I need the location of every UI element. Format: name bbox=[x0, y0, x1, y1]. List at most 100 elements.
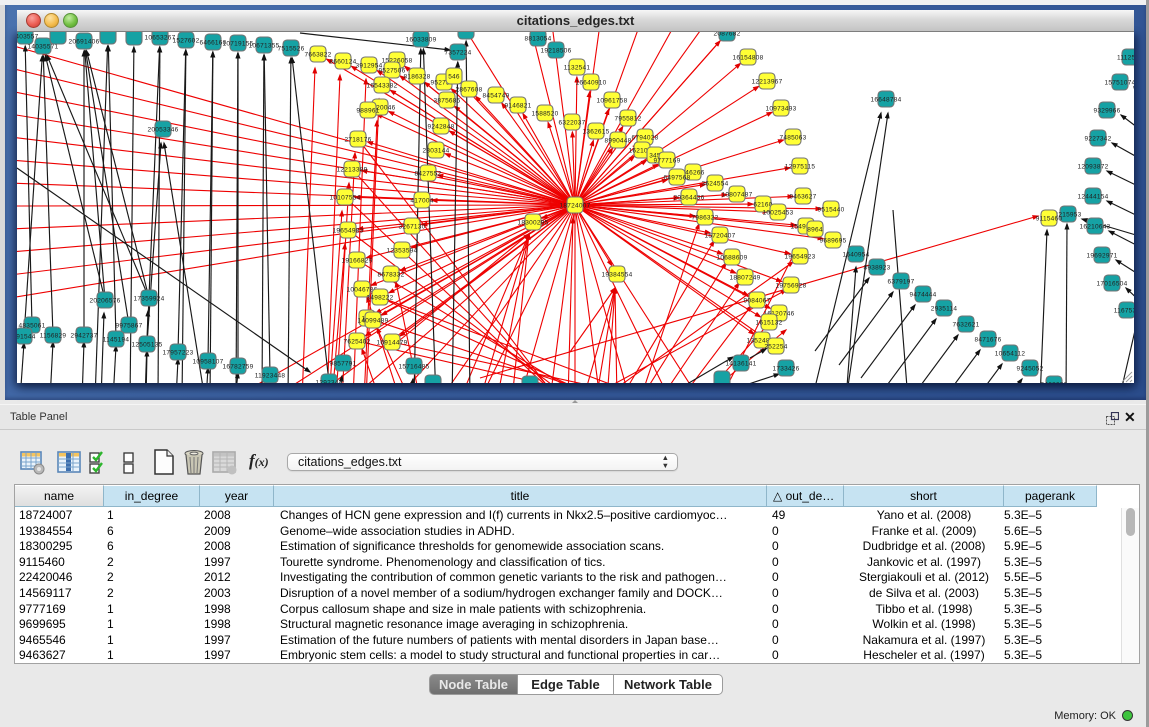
svg-text:14136141: 14136141 bbox=[726, 361, 757, 368]
svg-text:1156829: 1156829 bbox=[40, 333, 67, 340]
svg-text:8938923: 8938923 bbox=[863, 265, 890, 272]
svg-text:9975867: 9975867 bbox=[115, 323, 142, 330]
svg-text:19756928: 19756928 bbox=[776, 283, 807, 290]
svg-text:9515440: 9515440 bbox=[817, 207, 844, 214]
svg-text:1112541: 1112541 bbox=[1117, 55, 1134, 62]
svg-text:2803144: 2803144 bbox=[422, 148, 449, 155]
svg-text:12213967: 12213967 bbox=[752, 79, 783, 86]
svg-text:546: 546 bbox=[448, 74, 460, 81]
svg-text:15751074: 15751074 bbox=[1105, 80, 1134, 87]
svg-text:2942737: 2942737 bbox=[70, 333, 97, 340]
svg-text:18300295: 18300295 bbox=[518, 220, 549, 227]
svg-text:17359924: 17359924 bbox=[134, 296, 165, 303]
svg-text:391544: 391544 bbox=[17, 334, 36, 341]
svg-text:19654923: 19654923 bbox=[785, 254, 816, 261]
svg-text:1292344: 1292344 bbox=[315, 380, 342, 384]
svg-text:16640910: 16640910 bbox=[576, 80, 607, 87]
svg-text:3624554: 3624554 bbox=[701, 181, 728, 188]
svg-text:10961758: 10961758 bbox=[597, 98, 628, 105]
svg-text:7986322: 7986322 bbox=[691, 215, 718, 222]
svg-text:9227342: 9227342 bbox=[1084, 136, 1111, 143]
svg-text:17957223: 17957223 bbox=[163, 350, 194, 357]
svg-text:8813054: 8813054 bbox=[524, 36, 551, 43]
svg-text:15720407: 15720407 bbox=[705, 233, 736, 240]
svg-text:7625402: 7625402 bbox=[343, 339, 370, 346]
svg-text:11923448: 11923448 bbox=[255, 373, 286, 380]
svg-text:8660124: 8660124 bbox=[329, 59, 356, 66]
svg-text:1527602: 1527602 bbox=[172, 38, 199, 45]
svg-text:20691406: 20691406 bbox=[69, 39, 100, 46]
svg-text:16914479: 16914479 bbox=[377, 340, 408, 347]
svg-text:19166829: 19166829 bbox=[342, 258, 373, 265]
svg-text:9777169: 9777169 bbox=[653, 158, 680, 165]
svg-text:8186328: 8186328 bbox=[403, 74, 430, 81]
svg-text:7515526: 7515526 bbox=[277, 46, 304, 53]
svg-text:18724007: 18724007 bbox=[560, 203, 591, 210]
svg-text:7485063: 7485063 bbox=[779, 135, 806, 142]
svg-text:7663822: 7663822 bbox=[304, 52, 331, 59]
svg-text:6497568: 6497568 bbox=[663, 175, 690, 182]
svg-text:1167533: 1167533 bbox=[1114, 308, 1134, 315]
svg-text:7357224: 7357224 bbox=[444, 50, 471, 57]
svg-text:9245052: 9245052 bbox=[1016, 366, 1043, 373]
svg-text:12093872: 12093872 bbox=[1078, 164, 1109, 171]
svg-text:2718176: 2718176 bbox=[344, 137, 371, 144]
svg-text:9857791: 9857791 bbox=[329, 361, 356, 368]
svg-text:12975115: 12975115 bbox=[785, 164, 816, 171]
svg-text:8990448: 8990448 bbox=[604, 138, 631, 145]
svg-text:3267130: 3267130 bbox=[398, 224, 425, 231]
svg-text:9146821: 9146821 bbox=[504, 103, 531, 110]
svg-text:16033809: 16033809 bbox=[406, 37, 437, 44]
svg-text:8427552: 8427552 bbox=[414, 171, 441, 178]
svg-text:10107554: 10107554 bbox=[330, 195, 361, 202]
svg-text:10973493: 10973493 bbox=[766, 106, 797, 113]
svg-text:17016504: 17016504 bbox=[1097, 281, 1128, 288]
svg-text:1615132: 1615132 bbox=[755, 320, 782, 327]
svg-text:10653267: 10653267 bbox=[145, 35, 176, 42]
svg-text:8471676: 8471676 bbox=[974, 337, 1001, 344]
svg-text:16648784: 16648784 bbox=[871, 97, 902, 104]
svg-text:16210643: 16210643 bbox=[1080, 224, 1111, 231]
svg-text:10688609: 10688609 bbox=[717, 255, 748, 262]
svg-text:10958107: 10958107 bbox=[193, 359, 224, 366]
svg-text:10654112: 10654112 bbox=[995, 351, 1026, 358]
svg-text:19384554: 19384554 bbox=[602, 272, 633, 279]
svg-text:7632621: 7632621 bbox=[952, 322, 979, 329]
svg-text:12213389: 12213389 bbox=[337, 167, 368, 174]
svg-text:18807249: 18807249 bbox=[730, 275, 761, 282]
svg-text:3498222: 3498222 bbox=[366, 295, 393, 302]
svg-text:10025453: 10025453 bbox=[763, 210, 794, 217]
svg-text:20364436: 20364436 bbox=[674, 195, 705, 202]
svg-text:9689695: 9689695 bbox=[819, 238, 846, 245]
svg-text:2935114: 2935114 bbox=[931, 306, 958, 313]
svg-text:6794028: 6794028 bbox=[631, 135, 658, 142]
svg-text:20053346: 20053346 bbox=[148, 127, 179, 134]
svg-text:12353594: 12353594 bbox=[387, 248, 418, 255]
svg-text:19218506: 19218506 bbox=[541, 48, 572, 55]
svg-text:9242848: 9242848 bbox=[427, 124, 454, 131]
svg-text:16543382: 16543382 bbox=[367, 83, 398, 90]
svg-text:1640954: 1640954 bbox=[842, 252, 869, 259]
svg-text:16782759: 16782759 bbox=[223, 364, 254, 371]
svg-text:12505135: 12505135 bbox=[132, 342, 163, 349]
svg-text:9115460: 9115460 bbox=[1036, 216, 1063, 223]
svg-text:7955812: 7955812 bbox=[614, 116, 641, 123]
svg-text:9527506: 9527506 bbox=[378, 68, 405, 75]
svg-text:20206576: 20206576 bbox=[90, 298, 121, 305]
svg-text:12444154: 12444154 bbox=[1078, 194, 1109, 201]
svg-text:14035571: 14035571 bbox=[28, 44, 59, 51]
svg-text:1132541: 1132541 bbox=[564, 65, 591, 72]
svg-text:252254: 252254 bbox=[764, 344, 787, 351]
svg-text:16154808: 16154808 bbox=[733, 55, 764, 62]
svg-text:6322037: 6322037 bbox=[558, 120, 585, 127]
svg-text:3875685: 3875685 bbox=[433, 98, 460, 105]
svg-text:15716485: 15716485 bbox=[399, 364, 430, 371]
svg-text:2867608: 2867608 bbox=[455, 87, 482, 94]
svg-text:8454749: 8454749 bbox=[482, 93, 509, 100]
svg-text:988961: 988961 bbox=[356, 108, 379, 115]
svg-text:14099489: 14099489 bbox=[358, 318, 389, 325]
svg-text:1362615: 1362615 bbox=[582, 129, 609, 136]
svg-text:10807487: 10807487 bbox=[722, 192, 753, 199]
svg-text:19654983: 19654983 bbox=[333, 228, 364, 235]
svg-text:9463627: 9463627 bbox=[789, 194, 816, 201]
